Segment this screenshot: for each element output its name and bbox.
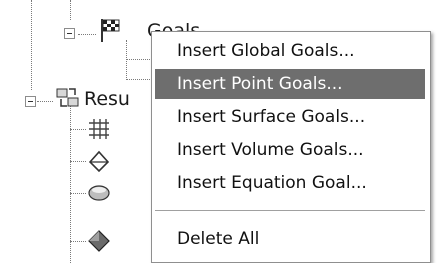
- goals-collapse-toggle[interactable]: [64, 28, 75, 39]
- tree-connector: [70, 161, 86, 162]
- menu-item-insert-volume-goals[interactable]: Insert Volume Goals...: [155, 135, 425, 165]
- menu-item-insert-equation-goal[interactable]: Insert Equation Goal...: [155, 168, 425, 198]
- surface-plot-icon: [88, 185, 110, 201]
- results-collapse-toggle[interactable]: [25, 96, 36, 107]
- tree-connector: [31, 0, 32, 90]
- tree-connector: [70, 241, 86, 242]
- tree-connector: [126, 59, 150, 60]
- menu-item-insert-surface-goals[interactable]: Insert Surface Goals...: [155, 102, 425, 132]
- tree-connector: [126, 40, 127, 80]
- menu-item-insert-point-goals[interactable]: Insert Point Goals...: [155, 69, 425, 99]
- tree-connector: [70, 104, 71, 263]
- screen: Goals Resu: [0, 0, 448, 263]
- tree-connector: [70, 0, 71, 20]
- cut-plot-icon: [88, 150, 110, 173]
- menu-separator: [155, 210, 425, 211]
- menu-item-insert-global-goals[interactable]: Insert Global Goals...: [155, 36, 425, 66]
- goals-context-menu: Insert Global Goals... Insert Point Goal…: [151, 31, 431, 263]
- tree-connector: [37, 101, 53, 102]
- tree-connector: [78, 34, 96, 35]
- tree-connector: [126, 79, 150, 80]
- checkered-flag-icon: [101, 19, 120, 42]
- isosurface-icon: [88, 230, 110, 252]
- results-folder-icon: [56, 88, 79, 107]
- menu-item-delete-all[interactable]: Delete All: [155, 224, 425, 254]
- tree-connector: [70, 193, 86, 194]
- mesh-grid-icon: [89, 119, 109, 139]
- tree-connector: [70, 129, 86, 130]
- results-label[interactable]: Resu: [84, 88, 130, 110]
